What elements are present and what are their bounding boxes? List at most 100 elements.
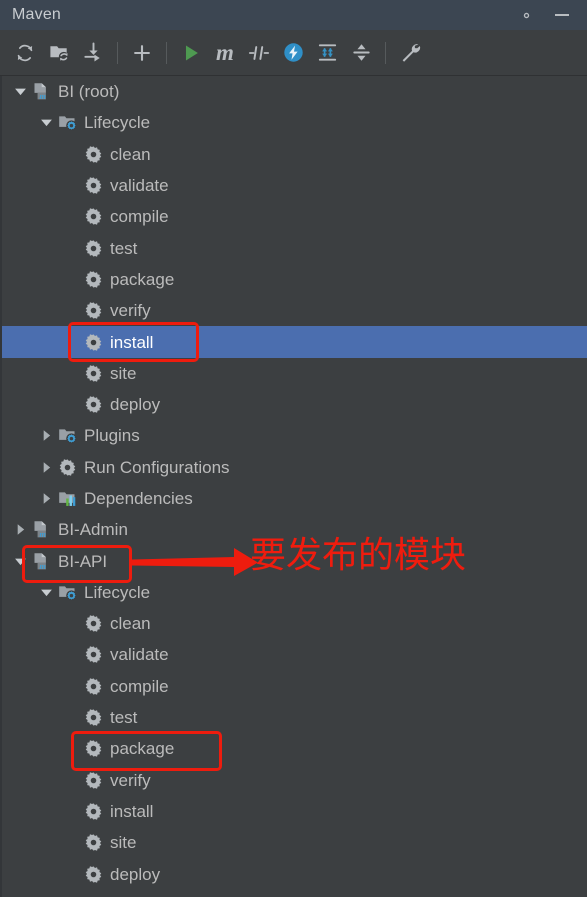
download-sources-button[interactable]: [76, 36, 110, 70]
tree-row[interactable]: package: [2, 733, 587, 764]
tree-row-label: Lifecycle: [84, 113, 151, 133]
tree-row-label: BI (root): [58, 82, 120, 102]
tree-row[interactable]: package: [2, 264, 587, 295]
tree-row[interactable]: clean: [2, 608, 587, 639]
tree-row-label: clean: [110, 144, 151, 164]
chevron-right-icon[interactable]: [36, 426, 56, 446]
tree-row-label: deploy: [110, 395, 161, 415]
tree-row[interactable]: validate: [2, 170, 587, 201]
tree-row[interactable]: Dependencies: [2, 483, 587, 514]
tree-row-label: verify: [110, 770, 151, 790]
collapse-all-button[interactable]: [344, 36, 378, 70]
tree-row-label: package: [110, 739, 175, 759]
goal-gear-icon: [82, 644, 104, 666]
tree-row[interactable]: validate: [2, 639, 587, 670]
goal-gear-icon: [82, 863, 104, 885]
maven-module-icon: m: [30, 81, 52, 103]
maven-projects-tree[interactable]: m BI (root) Lifecycle clean validate compile t…: [0, 76, 587, 897]
tree-row-label: test: [110, 708, 138, 728]
tree-row[interactable]: Plugins: [2, 420, 587, 451]
goal-gear-icon: [82, 738, 104, 760]
maven-module-icon: m: [30, 519, 52, 541]
tree-row-label: install: [110, 332, 154, 352]
tree-row[interactable]: deploy: [2, 858, 587, 889]
tree-row[interactable]: m BI-Admin: [2, 514, 587, 545]
tree-row-label: Lifecycle: [84, 582, 151, 602]
goal-gear-icon: [82, 707, 104, 729]
tree-row-label: clean: [110, 614, 151, 634]
goal-gear-icon: [82, 800, 104, 822]
tree-row[interactable]: deploy: [2, 389, 587, 420]
goal-gear-icon: [82, 175, 104, 197]
gear-icon[interactable]: [515, 4, 537, 26]
tree-row-label: validate: [110, 645, 169, 665]
tool-window-titlebar: Maven: [0, 0, 587, 30]
maven-module-icon: m: [30, 550, 52, 572]
chevron-down-icon[interactable]: [10, 82, 30, 102]
toggle-skip-tests-button[interactable]: [242, 36, 276, 70]
chevron-down-icon[interactable]: [10, 551, 30, 571]
tree-row-label: Dependencies: [84, 489, 193, 508]
tree-row[interactable]: Run Configurations: [2, 452, 587, 483]
toolbar-separator: [166, 41, 167, 64]
minimize-icon[interactable]: [551, 4, 573, 26]
tree-row[interactable]: install: [2, 326, 587, 358]
tree-row[interactable]: install: [2, 796, 587, 827]
chevron-right-icon[interactable]: [10, 520, 30, 540]
tree-row[interactable]: m BI (root): [2, 76, 587, 107]
tree-row-label: site: [110, 833, 137, 853]
goal-gear-icon: [82, 832, 104, 854]
toolbar-separator: [117, 41, 118, 64]
tree-row[interactable]: Lifecycle: [2, 577, 587, 608]
tree-row[interactable]: test: [2, 702, 587, 733]
phase-folder-icon: [56, 425, 78, 447]
tree-row[interactable]: compile: [2, 671, 587, 702]
tree-row[interactable]: Lifecycle: [2, 107, 587, 138]
maven-tool-window: Maven m m BI (root) Lifecycle clean vali…: [0, 0, 587, 897]
chevron-down-icon[interactable]: [36, 582, 56, 602]
tree-row-label: BI-API: [58, 551, 108, 571]
phase-folder-icon: [56, 581, 78, 603]
goal-gear-icon: [82, 206, 104, 228]
chevron-right-icon[interactable]: [36, 457, 56, 477]
chevron-down-icon[interactable]: [36, 113, 56, 133]
titlebar-actions: [515, 4, 573, 26]
tree-row-label: site: [110, 363, 137, 383]
goal-gear-icon: [82, 394, 104, 416]
phase-folder-icon: [56, 112, 78, 134]
tree-row-label: install: [110, 801, 154, 821]
tree-row[interactable]: test: [2, 232, 587, 263]
tree-row[interactable]: m BI-API: [2, 545, 587, 576]
add-maven-project-button[interactable]: [125, 36, 159, 70]
tree-row-label: compile: [110, 207, 169, 227]
maven-settings-button[interactable]: [393, 36, 427, 70]
tree-row[interactable]: site: [2, 827, 587, 858]
tree-row-label: validate: [110, 176, 169, 196]
toggle-offline-button[interactable]: [276, 36, 310, 70]
goal-gear-icon: [56, 456, 78, 478]
expand-all-button[interactable]: [310, 36, 344, 70]
reload-projects-button[interactable]: [8, 36, 42, 70]
tool-window-title: Maven: [12, 6, 62, 23]
goal-gear-icon: [82, 675, 104, 697]
svg-text:m: m: [39, 92, 46, 101]
tree-row[interactable]: compile: [2, 201, 587, 232]
tree-row-label: Run Configurations: [84, 457, 230, 477]
tree-row[interactable]: site: [2, 358, 587, 389]
run-build-button[interactable]: [174, 36, 208, 70]
tree-row-label: verify: [110, 301, 151, 321]
goal-gear-icon: [82, 300, 104, 322]
maven-m-icon: m: [216, 40, 234, 65]
tree-row-label: test: [110, 238, 138, 258]
goal-gear-icon: [82, 143, 104, 165]
execute-goal-button[interactable]: m: [208, 36, 242, 70]
svg-text:m: m: [39, 561, 46, 570]
chevron-right-icon[interactable]: [36, 489, 56, 509]
goal-gear-icon: [82, 237, 104, 259]
tree-row[interactable]: verify: [2, 765, 587, 796]
toolbar-separator: [385, 41, 386, 64]
tree-row-label: compile: [110, 676, 169, 696]
tree-row[interactable]: verify: [2, 295, 587, 326]
tree-row[interactable]: clean: [2, 139, 587, 170]
generate-sources-button[interactable]: [42, 36, 76, 70]
